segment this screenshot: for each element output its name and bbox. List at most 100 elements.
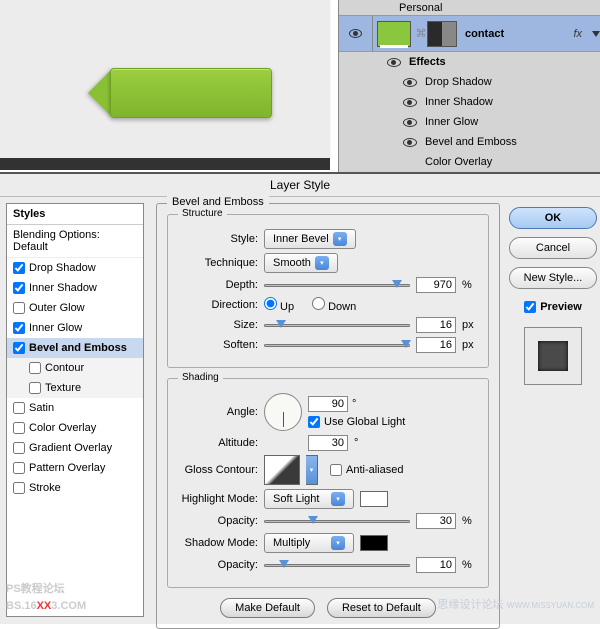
style-checkbox[interactable]: [13, 322, 25, 334]
canvas-preview: [0, 0, 330, 158]
style-checkbox[interactable]: [13, 482, 25, 494]
link-icon: ⌘: [415, 27, 427, 41]
layer-thumb: [377, 21, 411, 47]
style-checkbox[interactable]: [13, 442, 25, 454]
size-input[interactable]: [416, 317, 456, 333]
style-label: Contour: [45, 362, 84, 374]
style-row-stroke[interactable]: Stroke: [7, 478, 143, 498]
watermark-right: 思缘设计论坛 WWW.MISSYUAN.COM: [438, 596, 594, 612]
style-select[interactable]: Inner Bevel▾: [264, 229, 356, 249]
direction-down-radio[interactable]: Down: [312, 297, 356, 313]
soften-slider[interactable]: [264, 338, 410, 352]
style-label: Drop Shadow: [29, 262, 96, 274]
angle-control[interactable]: [264, 393, 302, 431]
highlight-opacity-slider[interactable]: [264, 514, 410, 528]
layer-style-dialog: Layer Style Styles Blending Options: Def…: [0, 172, 600, 624]
style-checkbox[interactable]: [29, 382, 41, 394]
style-row-inner-shadow[interactable]: Inner Shadow: [7, 278, 143, 298]
gloss-contour-picker[interactable]: [264, 455, 300, 485]
highlight-color-swatch[interactable]: [360, 491, 388, 507]
style-checkbox[interactable]: [13, 302, 25, 314]
gloss-caret-icon[interactable]: ▾: [306, 455, 318, 485]
fx-collapse-icon[interactable]: [592, 31, 600, 37]
layer-name: contact: [465, 28, 504, 40]
select-caret-icon: ▾: [331, 492, 345, 506]
reset-default-button[interactable]: Reset to Default: [327, 598, 436, 618]
style-label: Color Overlay: [29, 422, 96, 434]
effect-inner-shadow[interactable]: Inner Shadow: [339, 92, 600, 112]
effects-list: Effects Drop Shadow Inner Shadow Inner G…: [339, 52, 600, 172]
style-label: Inner Glow: [29, 322, 82, 334]
visibility-icon[interactable]: [403, 78, 417, 87]
visibility-icon[interactable]: [403, 118, 417, 127]
style-row-gradient-overlay[interactable]: Gradient Overlay: [7, 438, 143, 458]
arrow-shape: [88, 68, 272, 118]
antialiased-checkbox[interactable]: Anti-aliased: [330, 464, 403, 476]
cancel-button[interactable]: Cancel: [509, 237, 597, 259]
style-row-texture[interactable]: Texture: [7, 378, 143, 398]
style-label: Texture: [45, 382, 81, 394]
style-label: Satin: [29, 402, 54, 414]
fx-badge[interactable]: fx: [573, 28, 582, 40]
depth-slider[interactable]: [264, 278, 410, 292]
style-row-inner-glow[interactable]: Inner Glow: [7, 318, 143, 338]
styles-list: Styles Blending Options: Default Drop Sh…: [6, 203, 144, 617]
effect-bevel-emboss[interactable]: Bevel and Emboss: [339, 132, 600, 152]
effect-inner-glow[interactable]: Inner Glow: [339, 112, 600, 132]
dialog-title: Layer Style: [0, 174, 600, 197]
visibility-icon[interactable]: [403, 98, 417, 107]
style-row-color-overlay[interactable]: Color Overlay: [7, 418, 143, 438]
visibility-icon[interactable]: [403, 138, 417, 147]
angle-input[interactable]: [308, 396, 348, 412]
style-row-bevel-and-emboss[interactable]: Bevel and Emboss: [7, 338, 143, 358]
effects-header[interactable]: Effects: [339, 52, 600, 72]
altitude-input[interactable]: [308, 435, 348, 451]
visibility-icon[interactable]: [387, 58, 401, 67]
new-style-button[interactable]: New Style...: [509, 267, 597, 289]
watermark-left: PS教程论坛BS.16XX3.COM: [6, 579, 86, 612]
direction-up-radio[interactable]: Up: [264, 297, 294, 313]
global-light-checkbox[interactable]: Use Global Light: [308, 416, 405, 428]
visibility-icon[interactable]: [349, 29, 362, 38]
layer-mask-thumb: [427, 21, 457, 47]
effect-drop-shadow[interactable]: Drop Shadow: [339, 72, 600, 92]
shadow-opacity-input[interactable]: [416, 557, 456, 573]
layers-panel: Personal ⌘ contact fx Effects Drop Shado…: [338, 0, 600, 172]
style-row-drop-shadow[interactable]: Drop Shadow: [7, 258, 143, 278]
style-checkbox[interactable]: [29, 362, 41, 374]
styles-header[interactable]: Styles: [7, 204, 143, 225]
style-checkbox[interactable]: [13, 462, 25, 474]
style-checkbox[interactable]: [13, 282, 25, 294]
size-slider[interactable]: [264, 318, 410, 332]
style-row-satin[interactable]: Satin: [7, 398, 143, 418]
style-checkbox[interactable]: [13, 262, 25, 274]
technique-select[interactable]: Smooth▾: [264, 253, 338, 273]
blending-options[interactable]: Blending Options: Default: [7, 225, 143, 258]
preview-box: [524, 327, 582, 385]
style-label: Inner Shadow: [29, 282, 97, 294]
highlight-mode-select[interactable]: Soft Light▾: [264, 489, 354, 509]
make-default-button[interactable]: Make Default: [220, 598, 315, 618]
highlight-opacity-input[interactable]: [416, 513, 456, 529]
bevel-emboss-group: Bevel and Emboss Structure Style: Inner …: [156, 203, 500, 629]
style-row-pattern-overlay[interactable]: Pattern Overlay: [7, 458, 143, 478]
depth-input[interactable]: [416, 277, 456, 293]
style-label: Pattern Overlay: [29, 462, 105, 474]
style-checkbox[interactable]: [13, 342, 25, 354]
ok-button[interactable]: OK: [509, 207, 597, 229]
effect-color-overlay[interactable]: Color Overlay: [339, 152, 600, 172]
style-label: Bevel and Emboss: [29, 342, 127, 354]
style-checkbox[interactable]: [13, 422, 25, 434]
preview-checkbox[interactable]: Preview: [524, 301, 582, 313]
shadow-opacity-slider[interactable]: [264, 558, 410, 572]
style-row-contour[interactable]: Contour: [7, 358, 143, 378]
group-title: Bevel and Emboss: [167, 196, 269, 208]
soften-input[interactable]: [416, 337, 456, 353]
style-checkbox[interactable]: [13, 402, 25, 414]
shadow-mode-select[interactable]: Multiply▾: [264, 533, 354, 553]
layer-group-personal[interactable]: Personal: [339, 0, 600, 16]
layer-row-contact[interactable]: ⌘ contact fx: [339, 16, 600, 52]
style-row-outer-glow[interactable]: Outer Glow: [7, 298, 143, 318]
select-caret-icon: ▾: [331, 536, 345, 550]
shadow-color-swatch[interactable]: [360, 535, 388, 551]
